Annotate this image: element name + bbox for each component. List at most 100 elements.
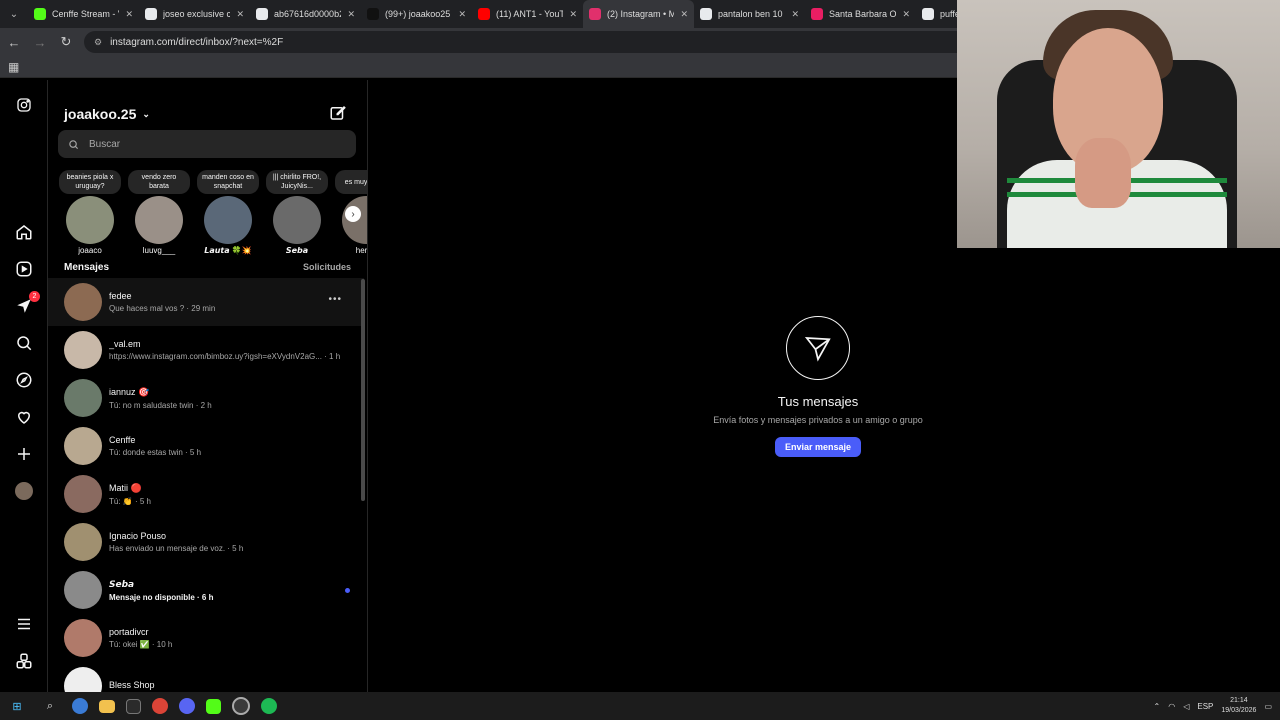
new-message-icon[interactable]: [329, 104, 347, 122]
avatar: [64, 619, 102, 657]
browser-tab[interactable]: ab67616d0000b2 ✕: [250, 0, 361, 28]
avatar: [64, 475, 102, 513]
notification-center-icon[interactable]: ▭: [1264, 702, 1272, 711]
kick-icon[interactable]: [206, 698, 221, 714]
notifications-heart-icon[interactable]: [12, 405, 36, 429]
conversation-text: Ignacio Pouso Has enviado un mensaje de v…: [109, 531, 364, 553]
spotify-icon[interactable]: [261, 698, 277, 714]
site-info-icon[interactable]: ⚙: [94, 37, 102, 48]
chevron-down-icon: ⌄: [142, 108, 150, 119]
tab-title: joseo exclusive cl: [163, 9, 231, 19]
language-indicator[interactable]: ESP: [1197, 702, 1213, 711]
browser-tab[interactable]: (2) Instagram • M ✕: [583, 0, 694, 28]
more-menu-icon[interactable]: [12, 612, 36, 636]
conversation-text: iannuz 🎯 Tú: no m saludaste twin · 2 h: [109, 387, 364, 410]
conversation-row[interactable]: _val.em https://www.instagram.com/bimboz.…: [48, 326, 364, 374]
more-options-icon[interactable]: •••: [328, 294, 342, 305]
browser-tab[interactable]: (11) ANT1 - YouT ✕: [472, 0, 583, 28]
conversation-name: Bless Shop: [109, 679, 155, 690]
tab-search-icon[interactable]: ⌄: [0, 0, 28, 28]
browser-tab[interactable]: Santa Barbara Ou ✕: [805, 0, 916, 28]
reload-icon[interactable]: ↻: [54, 30, 78, 54]
tray-volume-icon[interactable]: ◁: [1183, 702, 1189, 711]
conversation-row[interactable]: Cenffe Tú: donde estas twin · 5 h: [48, 422, 364, 470]
tab-title: (99+) joaakoo25 |: [385, 9, 453, 19]
conversation-text: Matii 🔴 Tú: 👏 · 5 h: [109, 483, 364, 506]
avatar: [64, 427, 102, 465]
instagram-logo-icon[interactable]: [12, 93, 36, 117]
tab-close-icon[interactable]: ✕: [569, 9, 577, 20]
conversation-text: Cenffe Tú: donde estas twin · 5 h: [109, 435, 364, 457]
discord-icon[interactable]: [179, 698, 195, 714]
conversation-row[interactable]: portadivcr Tú: okei ✅ · 10 h: [48, 614, 364, 662]
browser-tab[interactable]: (99+) joaakoo25 | ✕: [361, 0, 472, 28]
empty-state: Tus mensajes Envía fotos y mensajes priv…: [368, 316, 1268, 457]
reels-icon[interactable]: [12, 257, 36, 281]
apps-grid-icon[interactable]: ▦: [8, 60, 19, 74]
back-icon[interactable]: ←: [2, 30, 26, 54]
avatar: [64, 571, 102, 609]
obs-icon[interactable]: [232, 697, 250, 715]
chrome-icon[interactable]: [152, 698, 168, 714]
note-bubble: manden coso en snapchat: [197, 170, 259, 194]
send-message-button[interactable]: Enviar mensaje: [774, 437, 862, 457]
tab-close-icon[interactable]: ✕: [458, 9, 466, 20]
note-item[interactable]: beanies piola x uruguay? joaaco: [55, 170, 125, 255]
create-plus-icon[interactable]: [12, 442, 36, 466]
tray-chevron-up-icon[interactable]: ⌃: [1154, 702, 1161, 711]
conversation-row[interactable]: Bless Shop: [48, 662, 364, 692]
tab-close-icon[interactable]: ✕: [680, 9, 688, 20]
conversation-row[interactable]: 𝙎𝙚𝙗𝙖 Mensaje no disponible · 6 h: [48, 566, 364, 614]
copilot-icon[interactable]: [72, 698, 88, 714]
note-username: 𝙎𝙚𝙗𝙖: [285, 246, 309, 255]
file-explorer-icon[interactable]: [99, 699, 115, 713]
clock[interactable]: 21:14 19/03/2026: [1221, 696, 1256, 716]
hand: [1075, 138, 1131, 208]
start-windows-icon[interactable]: ⊞: [6, 695, 28, 717]
tab-title: Santa Barbara Ou: [829, 9, 897, 19]
unread-indicator: [345, 588, 350, 593]
browser-tab[interactable]: joseo exclusive cl ✕: [139, 0, 250, 28]
search-input[interactable]: Buscar: [58, 130, 356, 158]
conversation-row[interactable]: iannuz 🎯 Tú: no m saludaste twin · 2 h: [48, 374, 364, 422]
meta-apps-icon[interactable]: [12, 649, 36, 673]
conversation-name: Matii 🔴: [109, 482, 142, 493]
browser-tab[interactable]: pantalon ben 10 ✕: [694, 0, 805, 28]
tab-close-icon[interactable]: ✕: [125, 9, 133, 20]
note-bubble: vendo zero barata: [128, 170, 190, 194]
messages-icon[interactable]: 2: [12, 291, 40, 318]
taskbar-search-icon[interactable]: ⌕: [39, 695, 61, 717]
conversation-row[interactable]: Matii 🔴 Tú: 👏 · 5 h: [48, 470, 364, 518]
avatar: [64, 379, 102, 417]
tab-close-icon[interactable]: ✕: [902, 9, 910, 20]
messages-badge: 2: [29, 291, 40, 302]
tray-wifi-icon[interactable]: ◠: [1168, 702, 1175, 711]
account-switcher[interactable]: joaakoo.25 ⌄: [64, 106, 150, 122]
forward-icon[interactable]: →: [28, 30, 52, 54]
conversation-row[interactable]: fedee Que haces mal vos ? · 29 min •••: [48, 278, 364, 326]
conversation-preview: Tú: okei ✅ · 10 h: [109, 640, 173, 649]
search-placeholder: Buscar: [89, 138, 121, 150]
tab-close-icon[interactable]: ✕: [236, 9, 244, 20]
explore-icon[interactable]: [12, 368, 36, 392]
avatar: [204, 196, 252, 244]
notes-next-arrow-icon[interactable]: ›: [345, 206, 361, 222]
empty-state-title: Tus mensajes: [777, 394, 859, 409]
inbox-scrollbar[interactable]: [361, 279, 365, 501]
note-bubble: ||| chirlito FRO!, JuicyNis...: [266, 170, 328, 194]
direct-inbox-panel: joaakoo.25 ⌄ Buscar beanies piola x urug…: [48, 80, 368, 692]
conversation-row[interactable]: Ignacio Pouso Has enviado un mensaje de v…: [48, 518, 364, 566]
browser-tab[interactable]: Cenffe Stream - V ✕: [28, 0, 139, 28]
home-icon[interactable]: [12, 220, 36, 244]
tab-close-icon[interactable]: ✕: [791, 9, 799, 20]
profile-avatar[interactable]: [12, 479, 36, 503]
search-icon[interactable]: [12, 331, 36, 355]
note-item[interactable]: ||| chirlito FRO!, JuicyNis... 𝙎𝙚𝙗𝙖: [262, 170, 332, 255]
conversation-name: 𝙎𝙚𝙗𝙖: [109, 578, 135, 589]
note-item[interactable]: vendo zero barata luuvg___: [124, 170, 194, 255]
store-icon[interactable]: [126, 698, 141, 714]
requests-link[interactable]: Solicitudes: [303, 262, 351, 272]
url-text: instagram.com/direct/inbox/?next=%2F: [110, 36, 284, 48]
note-item[interactable]: manden coso en snapchat 𝙇𝙖𝙪𝙩𝙖 🍀💥: [193, 170, 263, 255]
tab-close-icon[interactable]: ✕: [347, 9, 355, 20]
